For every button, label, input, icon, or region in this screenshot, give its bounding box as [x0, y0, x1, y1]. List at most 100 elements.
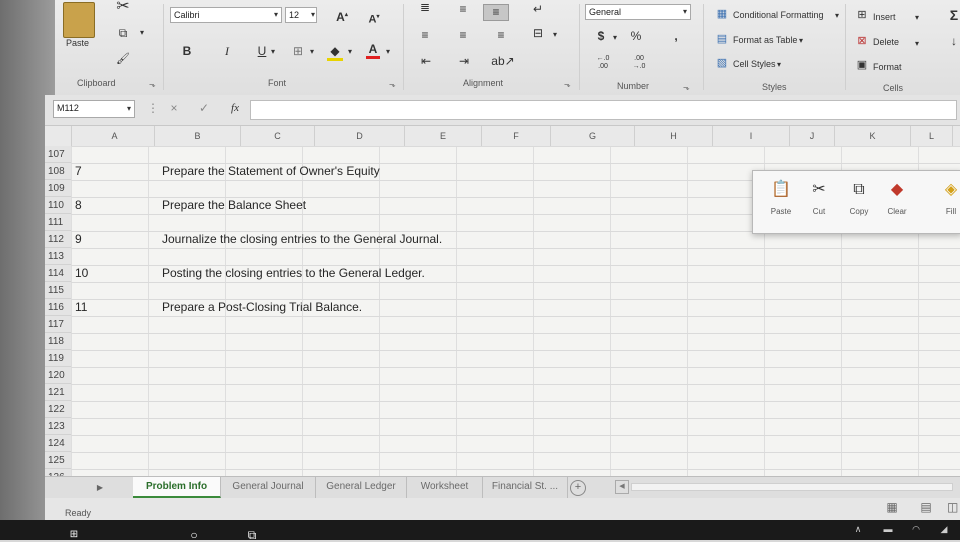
- enter-button[interactable]: ✓: [197, 101, 211, 115]
- insert-function-button[interactable]: fx: [227, 101, 243, 115]
- row-header-115[interactable]: 115: [45, 282, 71, 299]
- column-header-d[interactable]: D: [315, 126, 405, 146]
- decrease-decimal-button[interactable]: .00 →.0: [629, 55, 649, 71]
- font-color-dropdown-icon[interactable]: ▾: [384, 45, 392, 59]
- autosum-icon[interactable]: Σ: [949, 8, 959, 22]
- cell-styles-button[interactable]: Cell Styles: [733, 59, 776, 69]
- row-header-122[interactable]: 122: [45, 401, 71, 418]
- percent-button[interactable]: %: [629, 29, 643, 43]
- row-header-111[interactable]: 111: [45, 214, 71, 231]
- column-header-c[interactable]: C: [241, 126, 315, 146]
- number-format-dropdown-icon[interactable]: ▾: [681, 5, 689, 19]
- italic-button[interactable]: I: [220, 44, 234, 58]
- align-top-icon[interactable]: ≣: [417, 0, 433, 14]
- column-header-j[interactable]: J: [790, 126, 835, 146]
- page-break-view-icon[interactable]: ◫: [947, 500, 958, 514]
- select-all-button[interactable]: [45, 126, 72, 146]
- row-header-116[interactable]: 116: [45, 299, 71, 316]
- cell-step-number[interactable]: 11: [75, 299, 87, 316]
- cell-step-number[interactable]: 8: [75, 197, 82, 214]
- name-box[interactable]: M112: [53, 100, 135, 118]
- merge-dropdown-icon[interactable]: ▾: [551, 28, 559, 42]
- sheet-tab-financial-st[interactable]: Financial St. ...: [483, 477, 568, 498]
- column-header-b[interactable]: B: [155, 126, 241, 146]
- insert-button[interactable]: Insert: [873, 12, 896, 22]
- cell-step-text[interactable]: Journalize the closing entries to the Ge…: [162, 231, 442, 248]
- increase-decimal-button[interactable]: ←.0 .00: [593, 55, 613, 71]
- row-header-117[interactable]: 117: [45, 316, 71, 333]
- font-size-dropdown-icon[interactable]: ▾: [309, 8, 317, 22]
- delete-button[interactable]: Delete: [873, 37, 899, 47]
- align-right-icon[interactable]: ≡: [493, 28, 509, 42]
- row-header-124[interactable]: 124: [45, 435, 71, 452]
- bold-button[interactable]: B: [180, 44, 194, 58]
- tray-chevron-icon[interactable]: ∧: [852, 522, 864, 536]
- cut-icon[interactable]: ✂: [113, 0, 133, 15]
- row-header-125[interactable]: 125: [45, 452, 71, 469]
- column-header-h[interactable]: H: [635, 126, 713, 146]
- cancel-button[interactable]: ×: [167, 101, 181, 115]
- conditional-formatting-icon[interactable]: ▦: [715, 7, 729, 21]
- decrease-indent-icon[interactable]: ⇤: [417, 54, 435, 68]
- mini-toolbar-fill-button[interactable]: ◈ Fill: [931, 179, 960, 216]
- formula-input[interactable]: [250, 100, 957, 120]
- row-header-108[interactable]: 108: [45, 163, 71, 180]
- format-cells-icon[interactable]: ▣: [855, 58, 869, 72]
- number-launcher-icon[interactable]: ⬎: [683, 83, 690, 92]
- row-header-107[interactable]: 107: [45, 146, 71, 163]
- mini-toolbar-copy-button[interactable]: ⧉ Copy: [839, 179, 879, 216]
- delete-cells-icon[interactable]: ⊠: [855, 34, 869, 48]
- row-header-119[interactable]: 119: [45, 350, 71, 367]
- row-header-113[interactable]: 113: [45, 248, 71, 265]
- conditional-formatting-button[interactable]: Conditional Formatting: [733, 10, 824, 20]
- conditional-formatting-dropdown-icon[interactable]: ▾: [833, 9, 841, 23]
- increase-indent-icon[interactable]: ⇥: [455, 54, 473, 68]
- currency-dropdown-icon[interactable]: ▾: [611, 31, 619, 45]
- column-header-k[interactable]: K: [835, 126, 911, 146]
- column-header-g[interactable]: G: [551, 126, 635, 146]
- align-middle-icon[interactable]: ≡: [455, 2, 471, 16]
- page-layout-view-icon[interactable]: ▤: [917, 500, 935, 514]
- horizontal-scroll-left-icon[interactable]: ◀: [615, 480, 629, 494]
- delete-dropdown-icon[interactable]: ▾: [913, 37, 921, 51]
- format-as-table-icon[interactable]: ▤: [715, 32, 729, 46]
- sheet-tab-problem-info[interactable]: Problem Info: [133, 477, 221, 498]
- paste-button[interactable]: Paste: [66, 38, 89, 48]
- column-header-a[interactable]: A: [75, 126, 155, 146]
- row-header-114[interactable]: 114: [45, 265, 71, 282]
- borders-dropdown-icon[interactable]: ▾: [308, 45, 316, 59]
- sheet-tab-general-journal[interactable]: General Journal: [221, 477, 316, 498]
- font-color-icon[interactable]: A: [366, 42, 380, 59]
- format-painter-icon[interactable]: 🖌: [113, 52, 133, 66]
- cell-step-text[interactable]: Prepare the Statement of Owner's Equity: [162, 163, 380, 180]
- cell-step-number[interactable]: 9: [75, 231, 82, 248]
- column-header-i[interactable]: I: [713, 126, 790, 146]
- number-format-select[interactable]: General: [585, 4, 691, 20]
- insert-dropdown-icon[interactable]: ▾: [913, 11, 921, 25]
- new-sheet-button[interactable]: +: [570, 480, 586, 496]
- mini-toolbar-paste-button[interactable]: 📋 Paste: [761, 179, 801, 216]
- underline-button[interactable]: U: [255, 44, 269, 58]
- column-header-e[interactable]: E: [405, 126, 482, 146]
- cell-step-text[interactable]: Posting the closing entries to the Gener…: [162, 265, 425, 282]
- alignment-launcher-icon[interactable]: ⬎: [564, 80, 571, 89]
- cell-styles-icon[interactable]: ▧: [715, 56, 729, 70]
- align-center-icon[interactable]: ≡: [455, 28, 471, 42]
- font-launcher-icon[interactable]: ⬎: [389, 80, 396, 89]
- borders-icon[interactable]: ⊞: [290, 44, 306, 58]
- row-header-118[interactable]: 118: [45, 333, 71, 350]
- copy-icon[interactable]: ⧉: [113, 26, 133, 40]
- mini-toolbar-cut-button[interactable]: ✂ Cut: [799, 179, 839, 216]
- column-header-m[interactable]: M: [953, 126, 960, 146]
- name-box-dropdown-icon[interactable]: ▾: [125, 102, 133, 116]
- column-header-f[interactable]: F: [482, 126, 551, 146]
- align-bottom-icon[interactable]: ≡: [483, 4, 509, 21]
- format-as-table-button[interactable]: Format as Table: [733, 35, 797, 45]
- underline-dropdown-icon[interactable]: ▾: [269, 45, 277, 59]
- mini-toolbar-clear-button[interactable]: ◆ Clear: [877, 179, 917, 216]
- row-header-120[interactable]: 120: [45, 367, 71, 384]
- paste-icon[interactable]: [63, 2, 95, 38]
- orientation-icon[interactable]: ab↗: [491, 54, 515, 68]
- fill-icon[interactable]: ↓: [949, 34, 959, 48]
- comma-button[interactable]: ,: [671, 29, 681, 43]
